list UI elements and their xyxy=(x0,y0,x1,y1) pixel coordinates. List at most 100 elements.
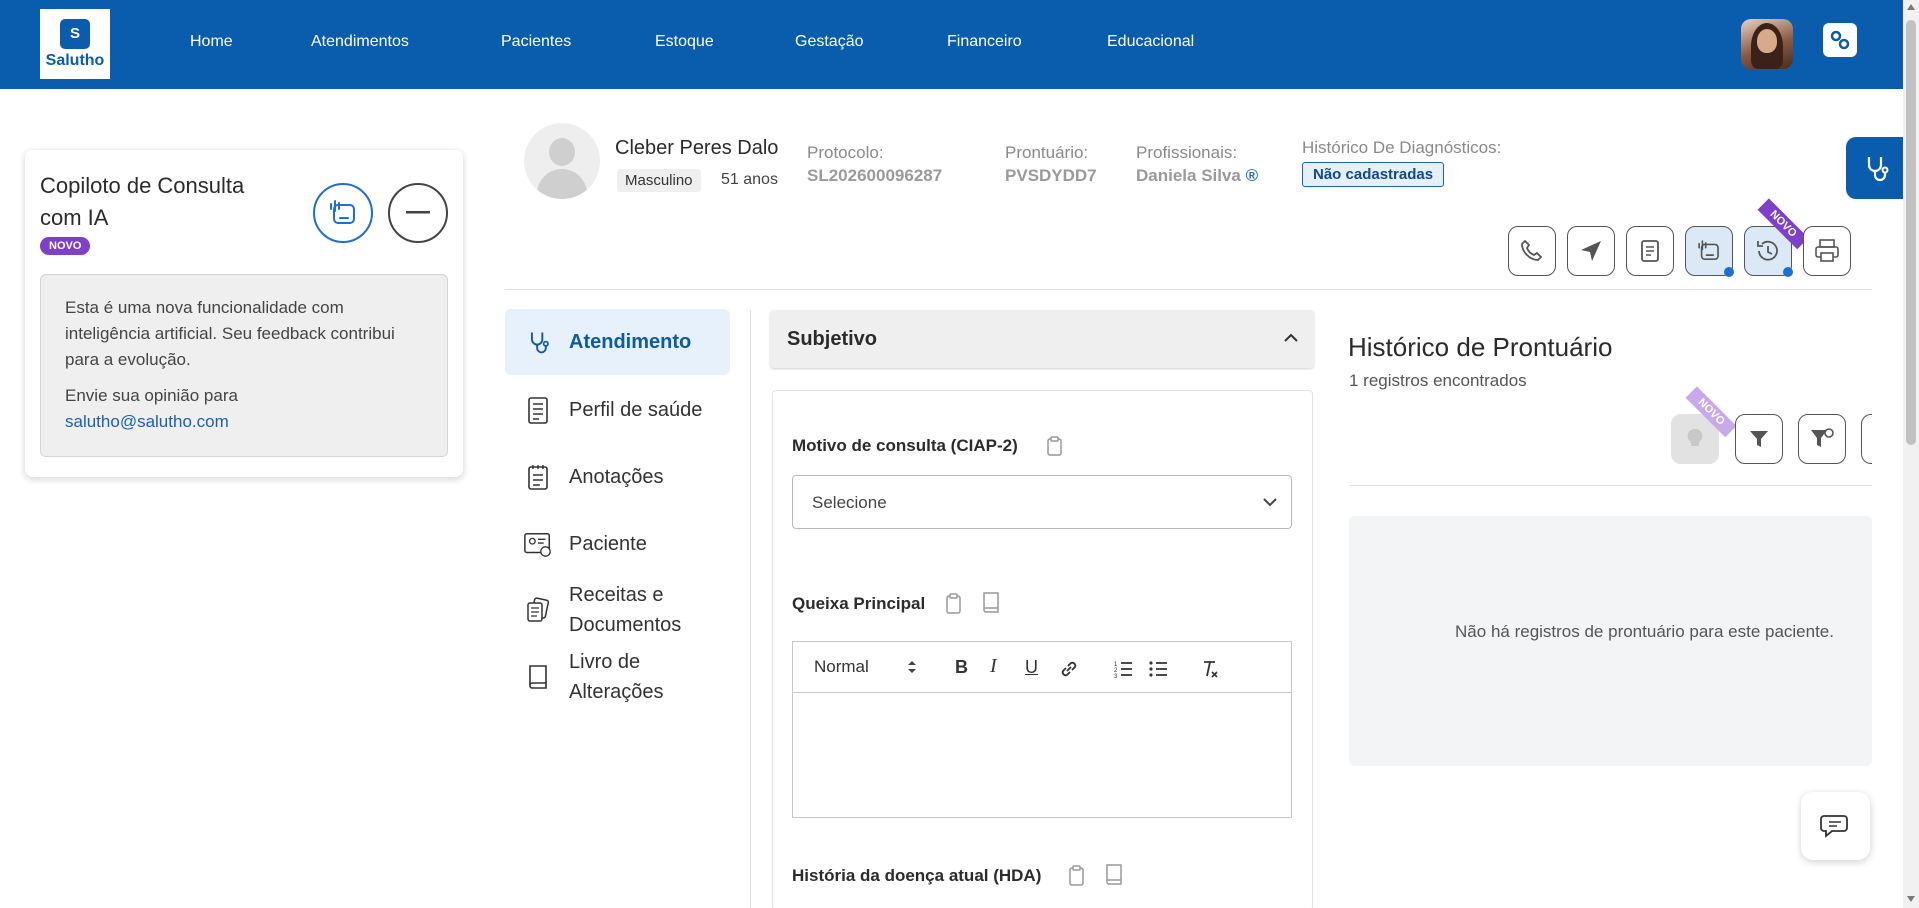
status-dot xyxy=(1724,267,1734,277)
user-avatar[interactable] xyxy=(1741,19,1793,69)
salutho-mark-icon xyxy=(1830,30,1850,50)
complaint-editor[interactable] xyxy=(792,692,1292,818)
copilot-voice-button[interactable] xyxy=(313,183,373,243)
link-icon[interactable] xyxy=(1059,659,1079,679)
hda-label: História da doença atual (HDA) xyxy=(792,866,1042,885)
professionals-label: Profissionais: xyxy=(1136,143,1238,162)
send-button[interactable] xyxy=(1567,226,1615,276)
logo-text: Salutho xyxy=(45,51,105,69)
voice-copilot-button[interactable] xyxy=(1685,226,1734,277)
nav-home[interactable]: Home xyxy=(190,33,233,51)
copilot-title: Copiloto de Consulta com IA xyxy=(40,173,245,230)
professional-mark: ® xyxy=(1245,166,1259,185)
nav-atendimentos[interactable]: Atendimentos xyxy=(311,33,409,51)
patient-card-icon xyxy=(523,529,553,559)
clipboard-icon[interactable] xyxy=(1067,863,1087,887)
health-profile-icon xyxy=(523,395,553,425)
salutho-app-icon[interactable] xyxy=(1823,23,1857,57)
salutho-logo[interactable]: S Salutho xyxy=(40,9,110,79)
subjective-title: Subjetivo xyxy=(787,328,878,350)
voice-assistant-icon xyxy=(1698,240,1719,261)
svg-text:3: 3 xyxy=(1114,674,1118,679)
book-template-icon[interactable] xyxy=(981,590,1001,614)
filter-icon xyxy=(1750,431,1768,447)
menu-item-perfil-de-saude[interactable]: Perfil de saúde xyxy=(505,393,730,427)
select-arrows-icon[interactable] xyxy=(907,659,917,675)
report-icon xyxy=(1641,240,1659,262)
menu-label-line-2: Alterações xyxy=(569,681,664,703)
nav-educacional[interactable]: Educacional xyxy=(1107,33,1194,51)
clipboard-icon[interactable] xyxy=(944,591,964,615)
page-scrollbar[interactable] xyxy=(1903,0,1919,908)
patient-name: Cleber Peres Dalo xyxy=(615,137,779,159)
menu-label-line-1: Livro de xyxy=(569,651,641,673)
scrollbar-thumb[interactable] xyxy=(1906,20,1916,445)
chevron-down-icon xyxy=(1263,498,1277,507)
copilot-feedback-message: Esta é uma nova funcionalidade com intel… xyxy=(40,274,448,457)
bullet-list-icon[interactable] xyxy=(1148,659,1168,679)
history-empty-text: Não há registros de prontuário para este… xyxy=(1455,622,1834,641)
top-navigation-bar: S Salutho Home Atendimentos Pacientes Es… xyxy=(0,0,1919,89)
nav-gestacao[interactable]: Gestação xyxy=(795,33,863,51)
record-value: PVSDYDD7 xyxy=(1005,166,1097,185)
printer-icon xyxy=(1815,239,1839,262)
stethoscope-icon xyxy=(523,327,553,357)
scroll-up-arrow-icon[interactable] xyxy=(1907,4,1915,10)
italic-icon[interactable]: I xyxy=(990,655,997,678)
rich-text-toolbar: Normal B I U 1 2 3 xyxy=(792,641,1292,693)
complaint-label: Queixa Principal xyxy=(792,594,926,613)
nav-estoque[interactable]: Estoque xyxy=(655,33,714,51)
feedback-email-link[interactable]: salutho@salutho.com xyxy=(65,412,229,431)
logo-mark-icon: S xyxy=(60,18,90,49)
subjective-section-header[interactable]: Subjetivo xyxy=(770,310,1314,368)
copilot-minimize-button[interactable] xyxy=(388,183,448,243)
notes-icon xyxy=(523,462,553,492)
reason-select-placeholder: Selecione xyxy=(812,493,887,512)
reason-label: Motivo de consulta (CIAP-2) xyxy=(792,436,1018,455)
patient-age: 51 anos xyxy=(721,171,778,188)
patient-sex-badge: Masculino xyxy=(617,169,701,192)
menu-item-atendimento[interactable]: Atendimento xyxy=(505,309,730,375)
ordered-list-icon[interactable]: 1 2 3 xyxy=(1113,659,1133,679)
stethoscope-side-tab[interactable] xyxy=(1846,137,1906,199)
chat-button[interactable] xyxy=(1801,792,1870,860)
filter-settings-button[interactable] xyxy=(1798,414,1846,464)
menu-item-receitas-e-documentos[interactable]: Receitas e Documentos xyxy=(505,580,730,640)
clear-format-icon[interactable] xyxy=(1200,659,1220,679)
minus-icon xyxy=(406,211,430,214)
menu-label: Paciente xyxy=(569,532,647,555)
history-title: Histórico de Prontuário xyxy=(1348,332,1613,362)
menu-label: Atendimento xyxy=(569,330,692,353)
book-icon xyxy=(523,662,553,692)
reason-select[interactable]: Selecione xyxy=(792,475,1292,529)
chevron-up-icon[interactable] xyxy=(1283,332,1299,344)
menu-item-anotacoes[interactable]: Anotações xyxy=(505,460,730,494)
diagnoses-label: Histórico De Diagnósticos: xyxy=(1302,138,1502,157)
print-button[interactable] xyxy=(1803,226,1851,276)
status-dot xyxy=(1783,267,1793,277)
menu-item-livro-de-alteracoes[interactable]: Livro de Alterações xyxy=(505,647,730,707)
scroll-down-arrow-icon[interactable] xyxy=(1907,896,1915,902)
menu-label: Perfil de saúde xyxy=(569,398,703,421)
call-button[interactable] xyxy=(1508,226,1556,276)
history-divider xyxy=(1349,485,1872,486)
history-empty-state: Não há registros de prontuário para este… xyxy=(1349,516,1872,766)
protocol-label: Protocolo: xyxy=(807,143,884,162)
format-select[interactable]: Normal xyxy=(814,657,869,677)
menu-item-paciente[interactable]: Paciente xyxy=(505,527,730,561)
send-icon xyxy=(1581,241,1601,261)
more-filter-button[interactable] xyxy=(1861,414,1872,464)
protocol-value: SL202600096287 xyxy=(807,166,943,185)
patient-avatar xyxy=(524,123,600,199)
book-template-icon[interactable] xyxy=(1104,862,1124,886)
documents-icon xyxy=(523,595,553,625)
underline-icon[interactable]: U xyxy=(1025,657,1038,678)
bold-icon[interactable]: B xyxy=(955,657,968,678)
stethoscope-icon xyxy=(1867,157,1889,182)
clipboard-icon[interactable] xyxy=(1045,435,1065,457)
report-button[interactable] xyxy=(1626,226,1674,276)
voice-assistant-icon xyxy=(330,200,355,224)
nav-pacientes[interactable]: Pacientes xyxy=(501,33,571,51)
filter-button[interactable] xyxy=(1735,414,1783,464)
nav-financeiro[interactable]: Financeiro xyxy=(947,33,1022,51)
